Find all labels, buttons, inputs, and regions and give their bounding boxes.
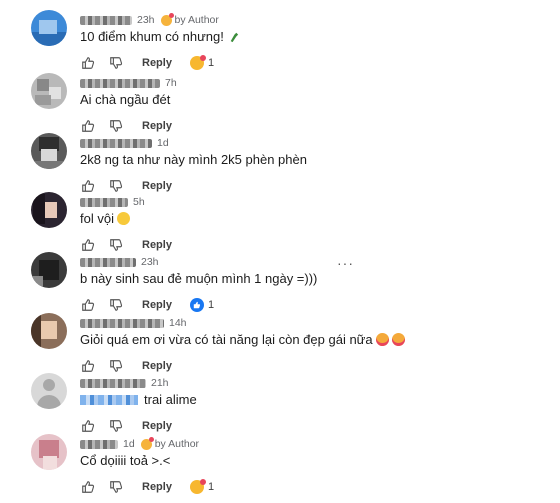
reply-button[interactable]: Reply [142,180,172,192]
comment-time[interactable]: 1d [123,438,135,450]
avatar[interactable] [31,10,67,46]
comment-meta: 7h [80,77,177,89]
author-badge: by Author [160,12,219,26]
mention-blurred[interactable] [80,394,138,405]
author-name-blurred[interactable] [80,257,136,267]
author-badge-icon [160,12,174,26]
dislike-icon[interactable] [108,358,124,374]
comment-time[interactable]: 21h [151,377,169,389]
avatar[interactable] [31,373,67,409]
reply-button[interactable]: Reply [142,299,172,311]
comment-time[interactable]: 7h [165,77,177,89]
avatar[interactable] [31,192,67,228]
like-icon[interactable] [80,358,96,374]
comment-text: fol vội [80,211,130,226]
like-icon[interactable] [80,55,96,71]
like-reaction-icon [189,298,204,312]
avatar[interactable] [31,133,67,169]
comment-actions: Reply [80,118,190,134]
comment-text: Ai chà ngầu đét [80,92,171,107]
reply-button[interactable]: Reply [142,481,172,493]
reply-button[interactable]: Reply [142,420,172,432]
comment-meta: 23h [80,256,159,268]
like-icon[interactable] [80,418,96,434]
more-options-button[interactable]: ··· [337,255,354,271]
comment-text: 2k8 ng ta như này mình 2k5 phèn phèn [80,152,307,167]
comment-actions: Reply 1 [80,55,214,71]
dislike-icon[interactable] [108,178,124,194]
comment-text: b này sinh sau đẻ muộn mình 1 ngày =))) [80,271,318,286]
author-name-blurred[interactable] [80,15,132,25]
comment-time[interactable]: 14h [169,317,187,329]
avatar[interactable] [31,434,67,470]
comment-text: 10 điểm khum có nhưng! [80,29,240,44]
author-badge-icon [140,436,154,450]
like-icon[interactable] [80,479,96,495]
comment-meta: 1d by Author [80,436,199,450]
dislike-icon[interactable] [108,297,124,313]
comment-meta: 5h [80,196,145,208]
like-icon[interactable] [80,237,96,253]
comment-meta: 14h [80,317,187,329]
comment-time[interactable]: 5h [133,196,145,208]
hugging-face-icon [116,212,130,225]
dislike-icon[interactable] [108,418,124,434]
comment-meta: 1d [80,137,169,149]
author-name-blurred[interactable] [80,138,152,148]
comment-actions: Reply [80,358,190,374]
comment-time[interactable]: 23h [141,256,159,268]
reaction-summary[interactable]: 1 [189,479,214,494]
reply-button[interactable]: Reply [142,57,172,69]
author-name-blurred[interactable] [80,378,146,388]
reply-button[interactable]: Reply [142,120,172,132]
author-name-blurred[interactable] [80,439,118,449]
wine-bottle-icon [230,32,238,43]
dislike-icon[interactable] [108,479,124,495]
author-name-blurred[interactable] [80,78,160,88]
comment-meta: 23h by Author [80,12,219,26]
reply-button[interactable]: Reply [142,360,172,372]
avatar[interactable] [31,73,67,109]
like-icon[interactable] [80,178,96,194]
author-name-blurred[interactable] [80,197,128,207]
comment-text: Giỏi quá em ơi vừa có tài năng lại còn đ… [80,332,405,347]
comment-time[interactable]: 1d [157,137,169,149]
comment-actions: Reply [80,178,190,194]
dislike-icon[interactable] [108,237,124,253]
smiling-face-with-hearts-icon [391,333,405,346]
author-name-blurred[interactable] [80,318,164,328]
care-emoji-icon [189,479,206,494]
comment-actions: Reply [80,237,190,253]
smiling-face-with-hearts-icon [375,333,389,346]
comment-actions: Reply 1 [80,297,214,313]
avatar[interactable] [31,313,67,349]
comment-meta: 21h [80,377,169,389]
comment-text: Cổ dọiiii toả >.< [80,453,171,468]
like-icon[interactable] [80,118,96,134]
like-icon[interactable] [80,297,96,313]
avatar[interactable] [31,252,67,288]
comment-actions: Reply 1 [80,479,214,495]
care-emoji-icon [189,55,206,70]
author-badge: by Author [140,436,199,450]
reaction-summary[interactable]: 1 [189,55,214,70]
comment-actions: Reply [80,418,190,434]
reaction-summary[interactable]: 1 [189,298,214,312]
dislike-icon[interactable] [108,55,124,71]
reply-button[interactable]: Reply [142,239,172,251]
comment-text: trai alime [80,392,197,407]
comment-time[interactable]: 23h [137,14,155,26]
dislike-icon[interactable] [108,118,124,134]
